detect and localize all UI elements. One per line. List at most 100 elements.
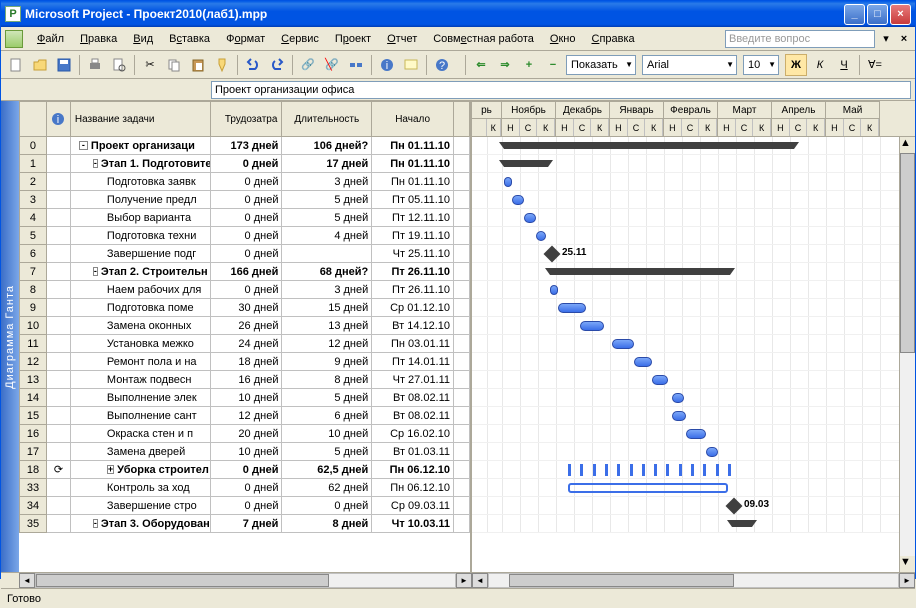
gantt-scroll-track[interactable]: [488, 573, 899, 588]
duration-cell[interactable]: 8 дней: [282, 515, 372, 533]
work-cell[interactable]: 166 дней: [211, 263, 283, 281]
task-name-cell[interactable]: Контроль за ход: [71, 479, 211, 497]
task-row[interactable]: 3Получение предл0 дней5 днейПт 05.11.10: [19, 191, 470, 209]
duration-cell[interactable]: 9 дней: [282, 353, 372, 371]
task-row[interactable]: 2Подготовка заявк0 дней3 днейПн 01.11.10: [19, 173, 470, 191]
row-header[interactable]: 35: [19, 515, 47, 533]
start-cell[interactable]: Пт 05.11.10: [372, 191, 454, 209]
summary-bar[interactable]: [504, 160, 548, 167]
paste-button[interactable]: [187, 54, 209, 76]
row-header[interactable]: 12: [19, 353, 47, 371]
col-name[interactable]: Название задачи: [71, 101, 211, 137]
start-cell[interactable]: Пт 14.01.11: [372, 353, 454, 371]
duration-cell[interactable]: 4 дней: [282, 227, 372, 245]
duration-cell[interactable]: 5 дней: [282, 443, 372, 461]
menu-справка[interactable]: Справка: [583, 30, 642, 48]
gantt-row[interactable]: [472, 155, 915, 173]
duration-cell[interactable]: 3 дней: [282, 281, 372, 299]
row-header[interactable]: 15: [19, 407, 47, 425]
gantt-row[interactable]: [472, 389, 915, 407]
work-cell[interactable]: 0 дней: [211, 461, 283, 479]
save-button[interactable]: [53, 54, 75, 76]
row-header[interactable]: 14: [19, 389, 47, 407]
gantt-chart[interactable]: рьКНоябрьНСКДекабрьНСКЯнварьНСКФевральНС…: [472, 101, 915, 572]
gantt-row[interactable]: 25.11: [472, 245, 915, 263]
unlink-button[interactable]: 🔗╲: [321, 54, 343, 76]
task-row[interactable]: 33Контроль за ход0 дней62 днейПн 06.12.1…: [19, 479, 470, 497]
gantt-row[interactable]: [472, 461, 915, 479]
duration-cell[interactable]: 13 дней: [282, 317, 372, 335]
task-bar[interactable]: [672, 411, 686, 421]
gantt-row[interactable]: [472, 281, 915, 299]
task-name-cell[interactable]: Подготовка заявк: [71, 173, 211, 191]
col-select-all[interactable]: [19, 101, 47, 137]
month-header[interactable]: ФевральНСК: [664, 101, 718, 136]
start-cell[interactable]: Вт 08.02.11: [372, 389, 454, 407]
task-row[interactable]: 14Выполнение элек10 дней5 днейВт 08.02.1…: [19, 389, 470, 407]
work-cell[interactable]: 0 дней: [211, 497, 283, 515]
duration-cell[interactable]: 12 дней: [282, 335, 372, 353]
work-cell[interactable]: 18 дней: [211, 353, 283, 371]
gantt-row[interactable]: [472, 263, 915, 281]
menu-вставка[interactable]: Вставка: [161, 30, 218, 48]
hide-sub-button[interactable]: −: [542, 54, 564, 76]
row-header[interactable]: 5: [19, 227, 47, 245]
task-bar[interactable]: [652, 375, 668, 385]
split-button[interactable]: [345, 54, 367, 76]
menu-файл[interactable]: Файл: [29, 30, 72, 48]
row-header[interactable]: 33: [19, 479, 47, 497]
cut-button[interactable]: ✂: [139, 54, 161, 76]
work-cell[interactable]: 0 дней: [211, 191, 283, 209]
task-name-cell[interactable]: Установка межко: [71, 335, 211, 353]
start-cell[interactable]: Пт 26.11.10: [372, 263, 454, 281]
gantt-scroll-left[interactable]: ◄: [472, 573, 488, 588]
scroll-down-button[interactable]: ▼: [900, 556, 915, 572]
work-cell[interactable]: 12 дней: [211, 407, 283, 425]
duration-cell[interactable]: [282, 245, 372, 263]
task-bar[interactable]: [580, 321, 604, 331]
month-header[interactable]: ДекабрьНСК: [556, 101, 610, 136]
start-cell[interactable]: Вт 01.03.11: [372, 443, 454, 461]
row-header[interactable]: 10: [19, 317, 47, 335]
work-cell[interactable]: 0 дней: [211, 173, 283, 191]
duration-cell[interactable]: 15 дней: [282, 299, 372, 317]
start-cell[interactable]: Чт 27.01.11: [372, 371, 454, 389]
maximize-button[interactable]: □: [867, 4, 888, 25]
task-name-cell[interactable]: Ремонт пола и на: [71, 353, 211, 371]
work-cell[interactable]: 16 дней: [211, 371, 283, 389]
row-header[interactable]: 17: [19, 443, 47, 461]
filter-button[interactable]: ∀=: [864, 54, 886, 76]
row-header[interactable]: 9: [19, 299, 47, 317]
duration-cell[interactable]: 5 дней: [282, 389, 372, 407]
work-cell[interactable]: 0 дней: [211, 281, 283, 299]
row-header[interactable]: 0: [19, 137, 47, 155]
month-header[interactable]: АпрельНСК: [772, 101, 826, 136]
entry-field[interactable]: Проект организации офиса: [211, 81, 911, 99]
month-header[interactable]: МайНСК: [826, 101, 880, 136]
task-row[interactable]: 6Завершение подг0 днейЧт 25.11.10: [19, 245, 470, 263]
outdent-button[interactable]: ⇐: [470, 54, 492, 76]
task-row[interactable]: 12 Ремонт пола и на18 дней9 днейПт 14.01.…: [19, 353, 470, 371]
work-cell[interactable]: 26 дней: [211, 317, 283, 335]
task-row[interactable]: 17 Замена дверей10 дней5 днейВт 01.03.11: [19, 443, 470, 461]
task-name-cell[interactable]: Выполнение элек: [71, 389, 211, 407]
gantt-row[interactable]: [472, 479, 915, 497]
row-header[interactable]: 4: [19, 209, 47, 227]
minimize-button[interactable]: _: [844, 4, 865, 25]
menu-отчет[interactable]: Отчет: [379, 30, 425, 48]
task-row[interactable]: 34Завершение стро0 дней0 днейСр 09.03.11: [19, 497, 470, 515]
start-cell[interactable]: Ср 01.12.10: [372, 299, 454, 317]
start-cell[interactable]: Ср 09.03.11: [372, 497, 454, 515]
work-cell[interactable]: 10 дней: [211, 443, 283, 461]
menu-сервис[interactable]: Сервис: [273, 30, 327, 48]
timescale[interactable]: рьКНоябрьНСКДекабрьНСКЯнварьНСКФевральНС…: [472, 101, 915, 137]
task-name-cell[interactable]: Замена дверей: [71, 443, 211, 461]
start-cell[interactable]: Пн 01.11.10: [372, 155, 454, 173]
start-cell[interactable]: Чт 25.11.10: [372, 245, 454, 263]
task-bar[interactable]: [634, 357, 652, 367]
redo-button[interactable]: [266, 54, 288, 76]
vscrollbar[interactable]: ▲ ▼: [899, 137, 915, 572]
task-bar[interactable]: [558, 303, 586, 313]
milestone-icon[interactable]: [726, 498, 743, 515]
col-duration[interactable]: Длительность: [282, 101, 372, 137]
